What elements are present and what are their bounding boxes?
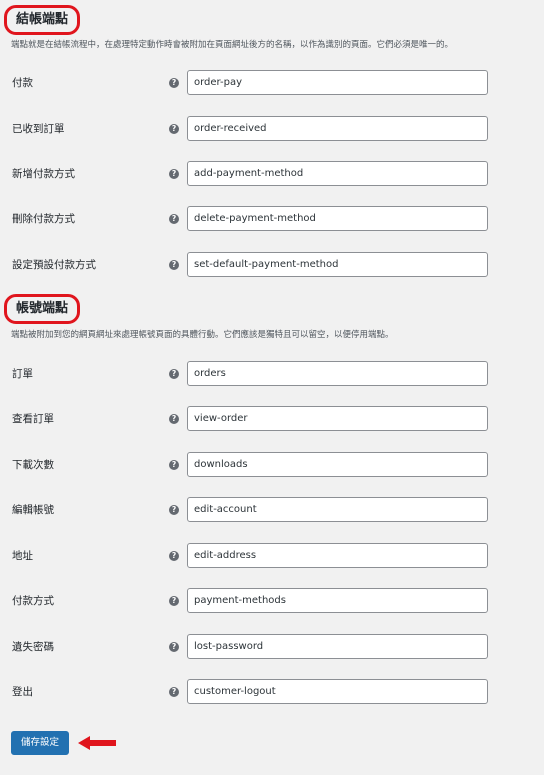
checkout-endpoints-description: 端點就是在結帳流程中，在處理特定動作時會被附加在頁面網址後方的名稱，以作為識別的… [11,40,454,50]
endpoint-input-payment-methods[interactable] [187,588,488,613]
help-icon[interactable]: ? [169,214,179,224]
help-icon[interactable]: ? [169,596,179,606]
endpoint-row-delete-payment-method: 刪除付款方式 ? [0,206,544,232]
endpoint-row-lost-password: 遺失密碼 ? [0,634,544,660]
endpoint-row-edit-account: 編輯帳號 ? [0,497,544,523]
endpoint-input-orders[interactable] [187,361,488,386]
endpoint-row-view-order: 查看訂單 ? [0,406,544,432]
help-icon[interactable]: ? [169,551,179,561]
endpoint-row-customer-logout: 登出 ? [0,679,544,705]
left-arrow-icon [78,736,116,750]
endpoint-label: 地址 [12,550,33,562]
help-icon[interactable]: ? [169,260,179,270]
endpoint-input-order-pay[interactable] [187,70,488,95]
checkout-endpoints-title: 結帳端點 [4,5,81,35]
endpoint-row-order-pay: 付款 ? [0,70,544,96]
help-icon[interactable]: ? [169,369,179,379]
endpoint-row-payment-methods: 付款方式 ? [0,588,544,614]
endpoint-label: 新增付款方式 [12,168,75,180]
help-icon[interactable]: ? [169,460,179,470]
endpoint-input-edit-address[interactable] [187,543,488,568]
endpoint-input-add-payment-method[interactable] [187,161,488,186]
endpoint-label: 已收到訂單 [12,123,65,135]
help-icon[interactable]: ? [169,642,179,652]
endpoint-input-order-received[interactable] [187,116,488,141]
account-endpoints-title: 帳號端點 [4,294,81,324]
endpoint-row-downloads: 下載次數 ? [0,452,544,478]
endpoint-input-edit-account[interactable] [187,497,488,522]
endpoint-input-downloads[interactable] [187,452,488,477]
help-icon[interactable]: ? [169,78,179,88]
help-icon[interactable]: ? [169,414,179,424]
help-icon[interactable]: ? [169,687,179,697]
save-settings-button[interactable]: 儲存設定 [11,731,69,755]
endpoint-row-orders: 訂單 ? [0,361,544,387]
endpoint-input-lost-password[interactable] [187,634,488,659]
endpoint-row-add-payment-method: 新增付款方式 ? [0,161,544,187]
endpoint-label: 登出 [12,686,33,698]
endpoint-label: 付款方式 [12,595,54,607]
endpoint-input-customer-logout[interactable] [187,679,488,704]
endpoint-input-view-order[interactable] [187,406,488,431]
endpoint-label: 編輯帳號 [12,504,54,516]
account-endpoints-description: 端點被附加到您的網頁網址來處理帳號頁面的具體行動。它們應該是獨特且可以留空，以便… [11,330,394,340]
help-icon[interactable]: ? [169,124,179,134]
endpoint-label: 下載次數 [12,459,54,471]
endpoint-label: 查看訂單 [12,413,54,425]
endpoint-row-set-default-payment-method: 設定預設付款方式 ? [0,252,544,278]
endpoint-input-delete-payment-method[interactable] [187,206,488,231]
endpoint-label: 設定預設付款方式 [12,259,96,271]
endpoint-label: 刪除付款方式 [12,213,75,225]
help-icon[interactable]: ? [169,505,179,515]
endpoint-input-set-default-payment-method[interactable] [187,252,488,277]
endpoint-row-edit-address: 地址 ? [0,543,544,569]
help-icon[interactable]: ? [169,169,179,179]
endpoint-label: 遺失密碼 [12,641,54,653]
endpoint-row-order-received: 已收到訂單 ? [0,116,544,142]
endpoint-label: 訂單 [12,368,33,380]
endpoint-label: 付款 [12,77,33,89]
